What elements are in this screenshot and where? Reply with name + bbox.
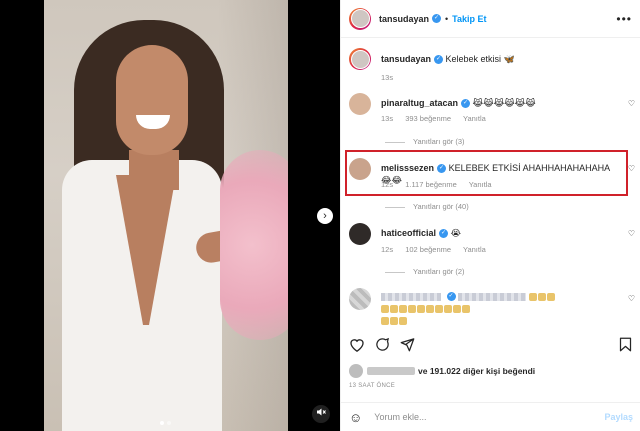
censored-emoji: [399, 316, 407, 325]
caption-username[interactable]: tansudayan: [381, 54, 431, 64]
action-bar: [349, 336, 632, 356]
highlight-box: [345, 150, 628, 196]
censored-emoji: [426, 304, 434, 313]
header-separator: •: [445, 13, 449, 24]
reply-button[interactable]: Yanıtla: [463, 245, 486, 254]
censored-emoji: [417, 304, 425, 313]
comment-meta: 13s 393 beğenme Yanıtla: [381, 114, 496, 123]
comment-text: 😭: [450, 228, 462, 238]
comment-like-icon[interactable]: ♡: [628, 294, 635, 303]
comment-body: pinaraltug_atacan ✓ 😹😹😹😹😹😹: [381, 97, 617, 109]
comment-time: 12s: [381, 245, 394, 254]
verified-badge-icon: ✓: [439, 229, 449, 239]
censored-emoji: [390, 304, 398, 313]
likes-text: ve 191.022 diğer kişi beğendi: [418, 366, 536, 376]
censored-comment-body: ✓: [381, 290, 617, 326]
censored-emoji: [381, 304, 389, 313]
caption-body: tansudayan ✓ Kelebek etkisi 🦋: [381, 53, 617, 65]
post-header: tansudayan ✓ • Takip Et •••: [341, 0, 640, 38]
censored-emoji: [528, 292, 537, 301]
comment-avatar[interactable]: [349, 223, 371, 245]
likes-summary[interactable]: ve 191.022 diğer kişi beğendi: [349, 364, 535, 378]
comment-input[interactable]: Yorum ekle...: [374, 412, 426, 422]
post-comment-button[interactable]: Paylaş: [604, 412, 633, 422]
censored-emoji: [537, 292, 546, 301]
view-replies-button[interactable]: Yanıtları gör (2): [385, 267, 465, 276]
author-avatar[interactable]: [349, 7, 371, 30]
view-replies-label: Yanıtları gör (2): [413, 267, 465, 276]
view-replies-button[interactable]: Yanıtları gör (40): [385, 202, 469, 211]
share-icon[interactable]: [400, 337, 415, 355]
follow-button[interactable]: Takip Et: [452, 14, 486, 24]
chevron-right-icon[interactable]: ›: [317, 208, 333, 224]
author-username[interactable]: tansudayan: [379, 14, 429, 24]
censored-emoji: [435, 304, 443, 313]
comment-avatar[interactable]: [349, 288, 371, 310]
person-face: [116, 45, 188, 155]
comment-avatar[interactable]: [349, 93, 371, 115]
view-replies-button[interactable]: Yanıtları gör (3): [385, 137, 465, 146]
post-media: ›: [0, 0, 340, 431]
censored-emoji: [462, 304, 470, 313]
post-panel: tansudayan ✓ • Takip Et ••• tansudayan ✓ …: [340, 0, 640, 431]
carousel-dot: [167, 421, 171, 425]
verified-badge-icon: ✓: [432, 14, 442, 23]
comment-icon[interactable]: [375, 337, 390, 355]
carousel-dot-active: [160, 421, 164, 425]
butterfly-wing: [220, 150, 288, 340]
verified-badge-icon: ✓: [446, 292, 456, 302]
comment-likes[interactable]: 102 beğenme: [405, 245, 451, 254]
person-neck: [129, 150, 179, 190]
bookmark-icon[interactable]: [619, 337, 632, 355]
comment-meta: 12s 102 beğenme Yanıtla: [381, 245, 496, 254]
verified-badge-icon: ✓: [461, 99, 471, 109]
comment-likes[interactable]: 393 beğenme: [405, 114, 451, 123]
view-replies-label: Yanıtları gör (3): [413, 137, 465, 146]
reply-button[interactable]: Yanıtla: [463, 114, 486, 123]
emoji-icon[interactable]: ☺: [349, 410, 362, 425]
comment-time: 13s: [381, 114, 394, 123]
carousel-dots: [160, 421, 171, 425]
comment-body: haticeofficial ✓ 😭: [381, 227, 617, 239]
heart-icon[interactable]: [349, 337, 365, 355]
comment-like-icon[interactable]: ♡: [628, 164, 635, 173]
censored-text: [458, 292, 527, 301]
comment-like-icon[interactable]: ♡: [628, 99, 635, 108]
censored-emoji: [381, 316, 389, 325]
censored-emoji: [444, 304, 452, 313]
comment-like-icon[interactable]: ♡: [628, 229, 635, 238]
censored-emoji: [399, 304, 407, 313]
comments-list: tansudayan ✓ Kelebek etkisi 🦋 13s pinaral…: [341, 38, 640, 332]
comment-username[interactable]: pinaraltug_atacan: [381, 98, 458, 108]
view-replies-label: Yanıtları gör (40): [413, 202, 469, 211]
speaker-muted-icon[interactable]: [312, 405, 330, 423]
censored-liker-name: [367, 367, 415, 375]
censored-emoji: [546, 292, 555, 301]
censored-emoji: [453, 304, 461, 313]
censored-emoji: [408, 304, 416, 313]
censored-username: [381, 292, 441, 301]
caption-avatar[interactable]: [349, 48, 371, 70]
add-comment-bar: ☺ Yorum ekle... Paylaş: [341, 402, 640, 431]
censored-emoji: [390, 316, 398, 325]
comment-username[interactable]: haticeofficial: [381, 228, 436, 238]
video-frame[interactable]: [44, 0, 288, 431]
liker-avatar: [349, 364, 363, 378]
post-timestamp: 13 SAAT ÖNCE: [349, 383, 396, 389]
verified-badge-icon: ✓: [434, 55, 444, 65]
comment-text: 😹😹😹😹😹😹: [472, 98, 536, 108]
caption-meta: 13s: [381, 73, 403, 82]
caption-text: Kelebek etkisi 🦋: [445, 54, 515, 64]
more-options-icon[interactable]: •••: [616, 12, 632, 26]
caption-time: 13s: [381, 73, 394, 82]
